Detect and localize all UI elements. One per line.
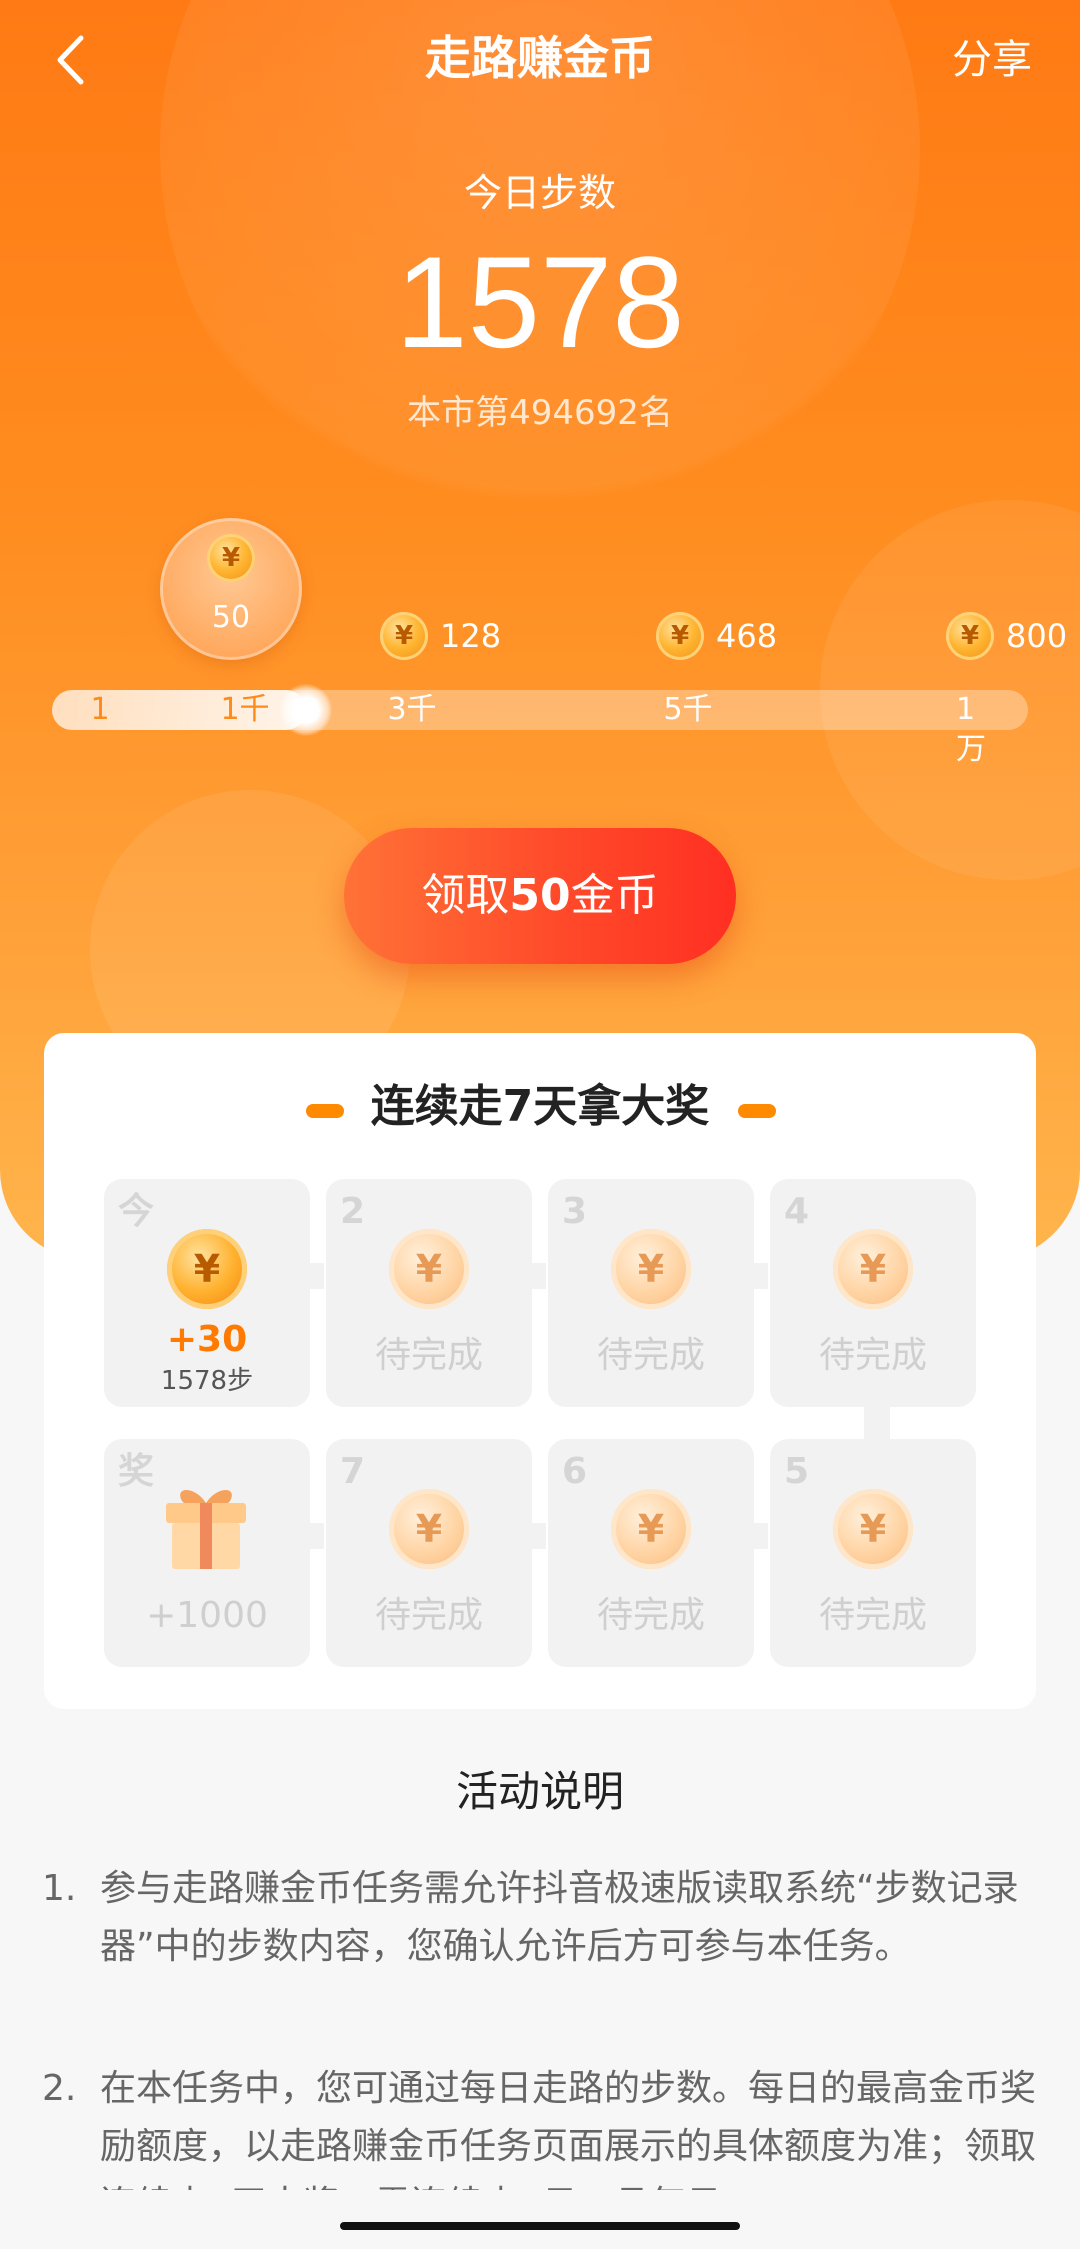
streak-day-5[interactable]: 5 ¥ 待完成 bbox=[770, 1439, 976, 1667]
chevron-left-icon bbox=[57, 35, 84, 85]
day-label: 4 bbox=[784, 1191, 810, 1232]
progress-tick: 1 bbox=[90, 692, 110, 727]
streak-day-3[interactable]: 3 ¥ 待完成 bbox=[548, 1179, 754, 1407]
day-reward: +30 bbox=[166, 1319, 248, 1360]
milestone-reward: ¥ 128 bbox=[380, 612, 501, 660]
coin-icon: ¥ bbox=[389, 1229, 469, 1309]
city-rank: 本市第494692名 bbox=[407, 393, 673, 433]
progress-tick: 5千 bbox=[663, 692, 713, 727]
milestone-reward-value: 468 bbox=[716, 617, 778, 655]
progress-tick: 1千 bbox=[220, 692, 270, 727]
claim-suffix: 金币 bbox=[570, 870, 659, 921]
day-status: 待完成 bbox=[374, 1335, 483, 1376]
coin-icon: ¥ bbox=[946, 612, 994, 660]
coin-icon: ¥ bbox=[611, 1489, 691, 1569]
current-reward-value: 50 bbox=[211, 600, 251, 635]
streak-day-today[interactable]: 今 ¥ +30 1578步 bbox=[104, 1179, 310, 1407]
home-indicator[interactable] bbox=[340, 2222, 740, 2230]
day-status: 待完成 bbox=[374, 1595, 483, 1636]
day-label: 3 bbox=[562, 1191, 588, 1232]
day-label: 5 bbox=[784, 1451, 810, 1492]
gift-icon bbox=[166, 1490, 246, 1569]
streak-day-4[interactable]: 4 ¥ 待完成 bbox=[770, 1179, 976, 1407]
milestone-reward-value: 800 bbox=[1006, 617, 1068, 655]
streak-card: 连续走7天拿大奖 今 ¥ +30 1578步 2 ¥ 待完成 3 ¥ 待完成 4… bbox=[44, 1033, 1036, 1709]
coin-icon: ¥ bbox=[167, 1229, 247, 1309]
steps-label: 今日步数 bbox=[463, 171, 616, 215]
explanation-title: 活动说明 bbox=[455, 1767, 624, 1816]
milestone-reward-value: 128 bbox=[440, 617, 502, 655]
day-label: 今 bbox=[118, 1191, 155, 1232]
progress-tick: 1万 bbox=[956, 692, 986, 767]
grand-prize-reward: +1000 bbox=[146, 1595, 268, 1636]
day-status: 待完成 bbox=[818, 1595, 927, 1636]
day-label: 6 bbox=[562, 1451, 588, 1492]
step-progress-bar: 1 1千 3千 5千 1万 bbox=[52, 684, 1028, 767]
day-label: 2 bbox=[340, 1191, 366, 1232]
progress-tick: 3千 bbox=[387, 692, 437, 727]
share-button[interactable]: 分享 bbox=[952, 30, 1032, 90]
current-reward-bubble[interactable]: ¥ 50 bbox=[160, 518, 302, 660]
title-dash-right bbox=[738, 1104, 776, 1118]
streak-title: 连续走7天拿大奖 bbox=[370, 1081, 710, 1132]
day-label: 7 bbox=[340, 1451, 366, 1492]
day-status: 待完成 bbox=[596, 1595, 705, 1636]
coin-icon: ¥ bbox=[656, 612, 704, 660]
bottom-safe-area bbox=[0, 2190, 1080, 2249]
back-button[interactable] bbox=[40, 22, 100, 98]
rule-item: 1. 参与走路赚金币任务需允许抖音极速版读取系统“步数记录器”中的步数内容，您确… bbox=[42, 1860, 1042, 1976]
page-title: 走路赚金币 bbox=[425, 31, 655, 85]
day-steps: 1578步 bbox=[160, 1366, 254, 1396]
rule-text: 参与走路赚金币任务需允许抖音极速版读取系统“步数记录器”中的步数内容，您确认允许… bbox=[100, 1868, 1019, 1967]
coin-icon: ¥ bbox=[207, 534, 255, 582]
coin-icon: ¥ bbox=[380, 612, 428, 660]
coin-icon: ¥ bbox=[611, 1229, 691, 1309]
day-status: 待完成 bbox=[596, 1335, 705, 1376]
top-bar: 走路赚金币 分享 bbox=[0, 0, 1080, 120]
claim-amount: 50 bbox=[509, 870, 571, 921]
streak-day-6[interactable]: 6 ¥ 待完成 bbox=[548, 1439, 754, 1667]
claim-prefix: 领取 bbox=[421, 870, 510, 921]
claim-coins-button[interactable]: 领取 50 金币 bbox=[344, 828, 736, 964]
steps-count: 1578 bbox=[395, 229, 685, 375]
coin-icon: ¥ bbox=[833, 1489, 913, 1569]
progress-knob bbox=[280, 684, 332, 736]
coin-icon: ¥ bbox=[389, 1489, 469, 1569]
rule-number: 1. bbox=[42, 1868, 77, 1909]
streak-day-2[interactable]: 2 ¥ 待完成 bbox=[326, 1179, 532, 1407]
day-label: 奖 bbox=[118, 1451, 155, 1492]
milestone-reward: ¥ 800 bbox=[946, 612, 1067, 660]
streak-day-7[interactable]: 7 ¥ 待完成 bbox=[326, 1439, 532, 1667]
coin-icon: ¥ bbox=[833, 1229, 913, 1309]
day-status: 待完成 bbox=[818, 1335, 927, 1376]
milestone-reward: ¥ 468 bbox=[656, 612, 777, 660]
streak-grand-prize[interactable]: 奖 +1000 bbox=[104, 1439, 310, 1667]
